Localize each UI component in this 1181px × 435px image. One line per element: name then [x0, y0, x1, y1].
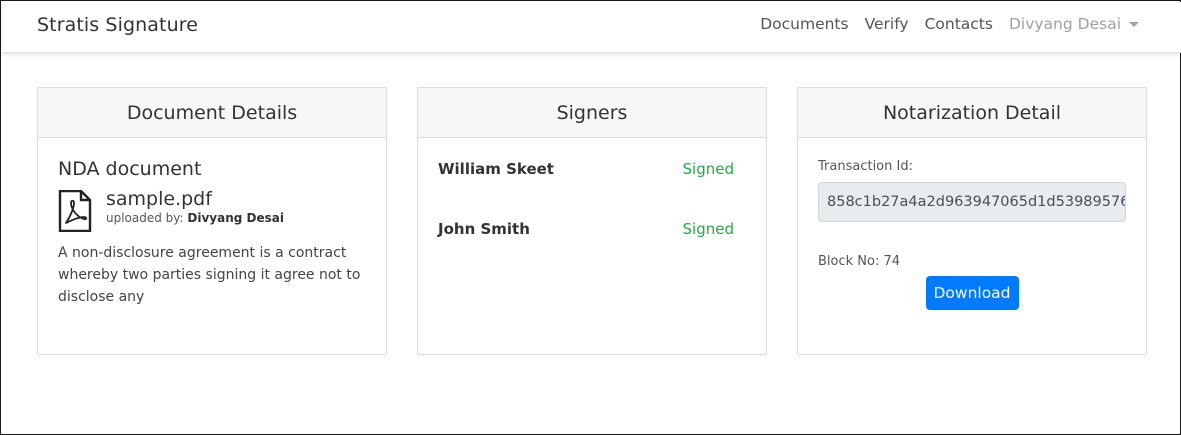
signer-row: William Skeet Signed [438, 158, 746, 180]
signer-name: John Smith [438, 220, 530, 238]
card-header: Document Details [38, 88, 386, 138]
uploaded-by-user: Divyang Desai [187, 211, 284, 225]
signer-name: William Skeet [438, 160, 554, 178]
document-description: A non-disclosure agreement is a contract… [58, 245, 361, 305]
notarization-detail-card: Notarization Detail Transaction Id: 858c… [797, 87, 1147, 355]
block-number-value: 74 [883, 254, 901, 269]
file-row: sample.pdf uploaded by: Divyang Desai [58, 188, 366, 232]
uploaded-by: uploaded by: Divyang Desai [106, 211, 284, 225]
signer-row: John Smith Signed [438, 218, 746, 240]
nav-links: Documents Verify Contacts Divyang Desai [760, 15, 1139, 33]
document-details-card: Document Details NDA document sample.pdf… [37, 87, 387, 355]
uploaded-by-label: uploaded by: [106, 211, 184, 225]
pdf-file-icon[interactable] [58, 190, 92, 232]
card-header: Signers [418, 88, 766, 138]
block-number-label: Block No: [818, 254, 880, 269]
document-title: NDA document [58, 158, 202, 180]
signer-status-badge: Signed [682, 220, 734, 238]
caret-down-icon [1129, 21, 1139, 27]
nav-link-verify[interactable]: Verify [865, 15, 909, 33]
card-body: Transaction Id: 858c1b27a4a2d963947065d1… [798, 138, 1146, 330]
brand-title[interactable]: Stratis Signature [37, 14, 198, 36]
transaction-id-field[interactable]: 858c1b27a4a2d963947065d1d53989576 [818, 182, 1126, 222]
signer-status-badge: Signed [682, 160, 734, 178]
nav-link-documents[interactable]: Documents [760, 15, 848, 33]
signers-card: Signers William Skeet Signed John Smith … [417, 87, 767, 355]
app-window: Stratis Signature Documents Verify Conta… [0, 0, 1181, 435]
top-navbar: Stratis Signature Documents Verify Conta… [2, 2, 1181, 53]
user-name: Divyang Desai [1008, 15, 1121, 33]
card-header: Notarization Detail [798, 88, 1146, 138]
user-menu-dropdown[interactable]: Divyang Desai [1009, 15, 1139, 33]
card-body: NDA document sample.pdf uploaded by: Div… [38, 138, 386, 328]
file-info: sample.pdf uploaded by: Divyang Desai [106, 188, 284, 225]
transaction-id-label: Transaction Id: [818, 159, 913, 174]
nav-link-contacts[interactable]: Contacts [925, 15, 993, 33]
card-body: William Skeet Signed John Smith Signed [418, 138, 766, 260]
download-button[interactable]: Download [925, 276, 1019, 310]
file-name[interactable]: sample.pdf [106, 188, 284, 210]
block-number: Block No: 74 [818, 254, 1126, 269]
